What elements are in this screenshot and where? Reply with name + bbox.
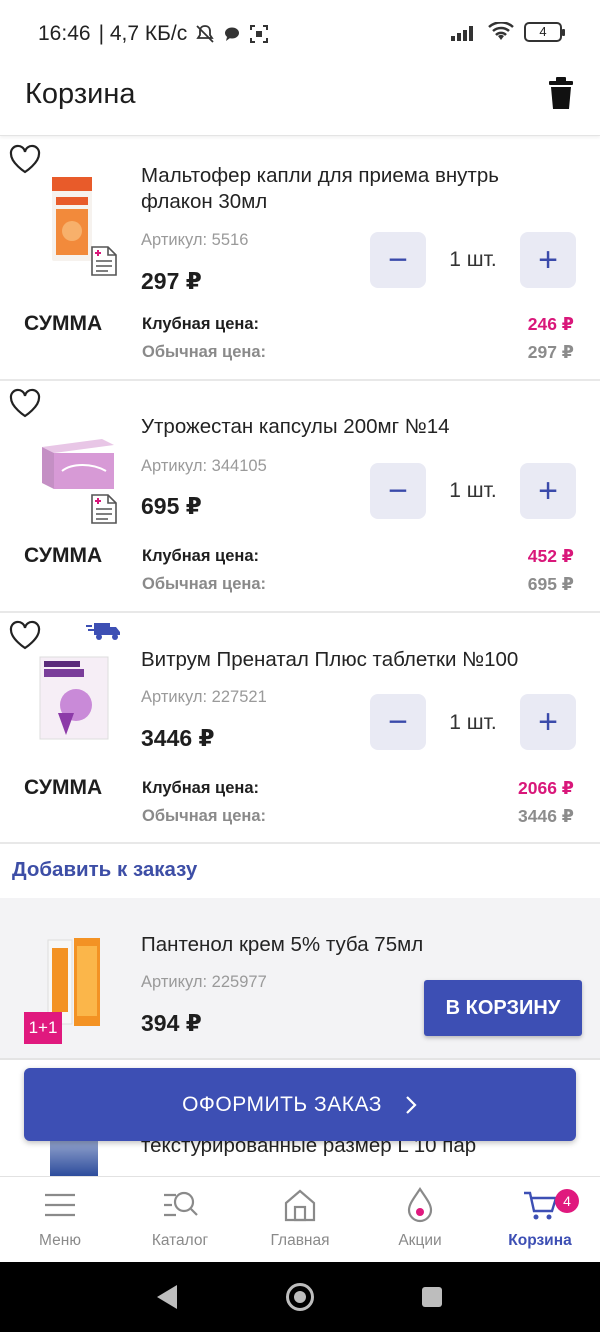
club-price-value: 2066 ₽: [518, 778, 574, 798]
nav-item-menu[interactable]: Меню: [0, 1177, 120, 1263]
qty-value: 1 шт.: [449, 248, 497, 271]
qty-minus-button[interactable]: −: [370, 232, 426, 288]
qty-value: 1 шт.: [449, 711, 497, 734]
system-nav-bar: [0, 1262, 600, 1332]
status-bar: 16:46 | 4,7 КБ/с 4: [0, 0, 600, 66]
plus-icon: +: [538, 703, 558, 741]
product-price: 297 ₽: [141, 268, 202, 294]
trash-icon[interactable]: [546, 76, 576, 110]
promo-drop-icon: [407, 1187, 433, 1223]
qty-minus-button[interactable]: −: [370, 463, 426, 519]
status-speed: | 4,7 КБ/с: [98, 22, 188, 45]
heart-icon[interactable]: [8, 619, 42, 651]
nav-item-home[interactable]: Главная: [240, 1177, 360, 1263]
minus-icon: −: [388, 703, 408, 741]
club-price-label: Клубная цена:: [142, 547, 260, 565]
club-price-label: Клубная цена:: [142, 315, 260, 333]
nav-label: Меню: [39, 1232, 81, 1249]
cart-item: Витрум Пренатал Плюс таблетки №100 Артик…: [0, 613, 600, 844]
product-image: [39, 656, 109, 740]
regular-price-label: Обычная цена:: [142, 807, 267, 825]
wifi-icon: [488, 22, 514, 40]
product-price: 3446 ₽: [141, 725, 215, 751]
cart-item: Мальтофер капли для приема внутрь флакон…: [0, 137, 600, 381]
product-sku: Артикул: 225977: [141, 973, 267, 991]
regular-price-value: 297 ₽: [527, 342, 574, 362]
product-sku: Артикул: 5516: [141, 231, 249, 249]
status-left: 16:46 | 4,7 КБ/с: [38, 22, 269, 46]
plus-icon: +: [538, 241, 558, 279]
regular-price-value: 695 ₽: [527, 574, 574, 594]
upsell-product-card: 1+1 Пантенол крем 5% туба 75мл Артикул: …: [0, 898, 600, 1060]
minus-icon: −: [388, 472, 408, 510]
recent-apps-icon[interactable]: [422, 1287, 442, 1307]
signal-icon: [451, 26, 473, 41]
qty-minus-button[interactable]: −: [370, 694, 426, 750]
checkout-label: ОФОРМИТЬ ЗАКАЗ: [182, 1092, 382, 1116]
prescription-icon: [91, 494, 117, 524]
qty-plus-button[interactable]: +: [520, 463, 576, 519]
sum-label: СУММА: [24, 312, 103, 335]
nav-label: Каталог: [151, 1232, 209, 1249]
status-right: 4: [450, 22, 565, 42]
product-name[interactable]: Мальтофер капли для приема внутрь флакон…: [141, 163, 561, 215]
qty-plus-button[interactable]: +: [520, 232, 576, 288]
club-price-value: 246 ₽: [527, 314, 574, 334]
checkout-button[interactable]: ОФОРМИТЬ ЗАКАЗ: [24, 1068, 576, 1141]
product-price: 695 ₽: [141, 493, 202, 519]
cart-icon: [524, 1191, 558, 1220]
heart-icon[interactable]: [8, 387, 42, 419]
plus-icon: +: [538, 472, 558, 510]
qty-value: 1 шт.: [449, 479, 497, 502]
product-name[interactable]: Утрожестан капсулы 200мг №14: [141, 414, 561, 440]
heart-icon[interactable]: [8, 143, 42, 175]
screenshot-icon: [250, 25, 269, 43]
menu-icon: [45, 1193, 75, 1217]
sum-label: СУММА: [24, 544, 103, 567]
nav-item-cart[interactable]: 4 Корзина: [480, 1177, 600, 1263]
promo-badge: 1+1: [24, 1012, 62, 1044]
home-circle-icon[interactable]: [286, 1283, 314, 1311]
chevron-right-icon: [406, 1095, 417, 1114]
qty-plus-button[interactable]: +: [520, 694, 576, 750]
add-to-order-title[interactable]: Добавить к заказу: [12, 858, 197, 882]
product-sku: Артикул: 227521: [141, 688, 267, 706]
battery-icon: 4: [524, 22, 565, 42]
product-price: 394 ₽: [141, 1010, 202, 1036]
prescription-icon: [91, 246, 117, 276]
regular-price-value: 3446 ₽: [518, 806, 574, 826]
catalog-search-icon: [164, 1191, 198, 1217]
sum-label: СУММА: [24, 776, 103, 799]
cart-count-badge: 4: [555, 1189, 579, 1213]
back-icon[interactable]: [157, 1285, 177, 1309]
product-name[interactable]: Пантенол крем 5% туба 75мл: [141, 932, 561, 958]
add-to-cart-button[interactable]: В КОРЗИНУ: [424, 980, 582, 1036]
nav-label: Акции: [398, 1232, 442, 1249]
status-time: 16:46: [38, 22, 91, 45]
regular-price-label: Обычная цена:: [142, 575, 267, 593]
delivery-truck-icon: [86, 623, 120, 640]
bell-off-icon: [196, 25, 214, 43]
chat-icon: [225, 27, 240, 41]
nav-item-catalog[interactable]: Каталог: [120, 1177, 240, 1263]
product-name[interactable]: Витрум Пренатал Плюс таблетки №100: [141, 647, 561, 673]
page-title: Корзина: [25, 78, 136, 110]
cart-item: Утрожестан капсулы 200мг №14 Артикул: 34…: [0, 381, 600, 613]
nav-label: Главная: [270, 1232, 330, 1249]
nav-label: Корзина: [508, 1232, 572, 1249]
screen: 16:46 | 4,7 КБ/с 4 Корзина Мальтофер кап…: [0, 0, 600, 1332]
app-header: Корзина: [0, 66, 600, 136]
club-price-value: 452 ₽: [527, 546, 574, 566]
regular-price-label: Обычная цена:: [142, 343, 267, 361]
product-sku: Артикул: 344105: [141, 457, 267, 475]
club-price-label: Клубная цена:: [142, 779, 260, 797]
bottom-nav: Меню Каталог Главная Акции 4 Корзина: [0, 1176, 600, 1262]
minus-icon: −: [388, 241, 408, 279]
nav-item-promo[interactable]: Акции: [360, 1177, 480, 1263]
home-icon: [284, 1189, 316, 1222]
